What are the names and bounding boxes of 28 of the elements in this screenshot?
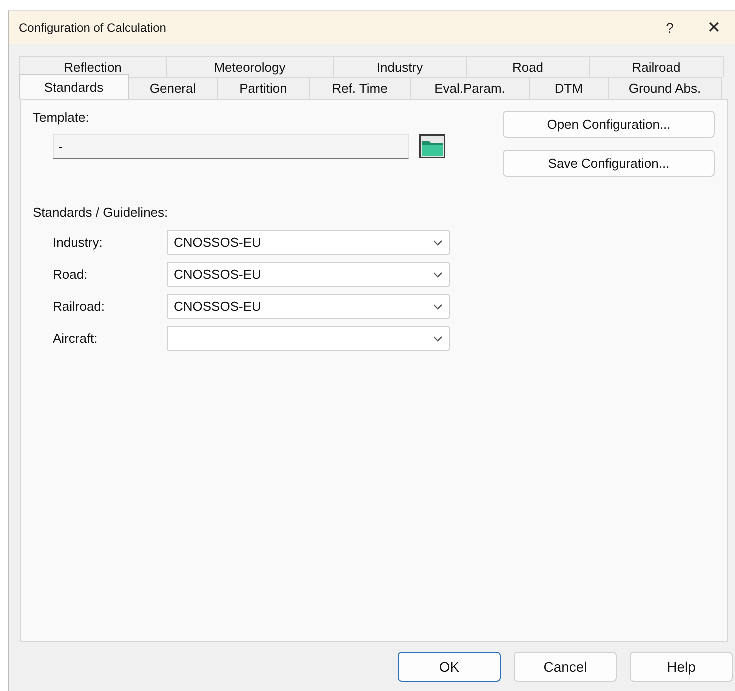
folder-icon[interactable] bbox=[419, 134, 446, 159]
dialog-button[interactable]: OK bbox=[398, 652, 501, 682]
standard-dropdown[interactable]: CNOSSOS-EU bbox=[167, 230, 450, 255]
tab[interactable]: Industry bbox=[333, 56, 467, 77]
field-label: Aircraft: bbox=[53, 331, 99, 346]
section-label: Standards / Guidelines: bbox=[33, 205, 170, 220]
field-label: Industry: bbox=[53, 235, 104, 250]
tab[interactable]: Railroad bbox=[589, 56, 724, 77]
dialog-button[interactable]: Help bbox=[630, 652, 733, 682]
chevron-icon bbox=[433, 304, 443, 310]
template-label: Template: bbox=[33, 110, 90, 125]
tab[interactable]: Standards bbox=[19, 74, 129, 99]
configuration-button[interactable]: Open Configuration... bbox=[503, 111, 715, 138]
template-field[interactable]: - bbox=[53, 134, 409, 159]
tab[interactable]: Meteorology bbox=[166, 56, 334, 77]
tab[interactable]: Ground Abs. bbox=[608, 77, 722, 99]
dialog-button[interactable]: Cancel bbox=[514, 652, 617, 682]
field-label: Road: bbox=[53, 267, 89, 282]
window-title: Configuration of Calculation bbox=[19, 20, 168, 34]
standard-dropdown[interactable]: CNOSSOS-EU bbox=[167, 294, 450, 319]
help-button[interactable]: ? bbox=[648, 11, 692, 44]
standard-dropdown[interactable]: CNOSSOS-EU bbox=[167, 262, 450, 287]
field-label: Railroad: bbox=[53, 299, 106, 314]
chevron-icon bbox=[433, 272, 443, 278]
close-button[interactable]: ✕ bbox=[692, 11, 735, 44]
chevron-icon bbox=[433, 336, 443, 342]
configuration-button[interactable]: Save Configuration... bbox=[503, 150, 715, 177]
chevron-icon bbox=[433, 240, 443, 246]
